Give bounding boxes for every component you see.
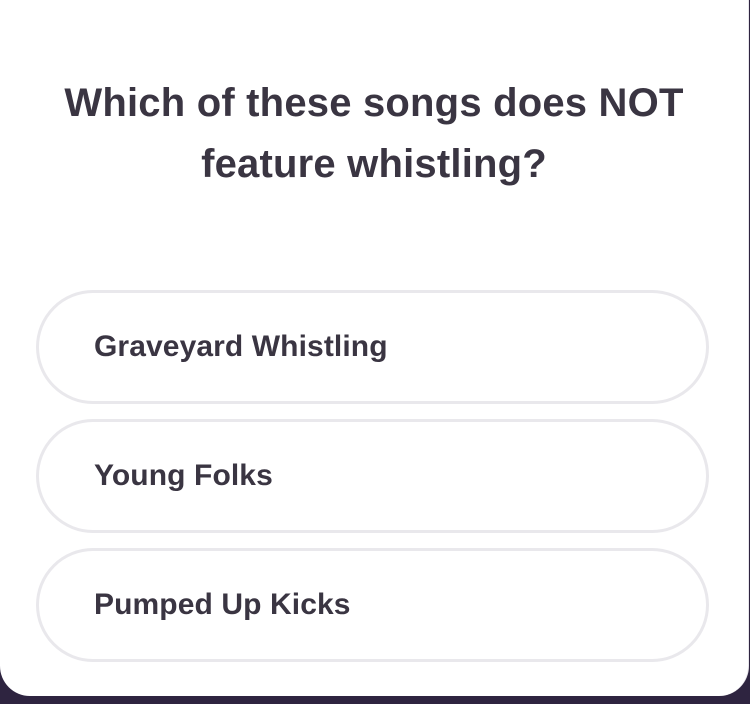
quiz-screen: Which of these songs does NOT feature wh… xyxy=(0,0,750,704)
answer-label: Graveyard Whistling xyxy=(94,330,388,363)
question-card: Which of these songs does NOT feature wh… xyxy=(0,0,749,696)
answer-options: Graveyard Whistling Young Folks Pumped U… xyxy=(36,290,709,677)
question-line-1: Which of these songs does NOT xyxy=(64,81,684,125)
answer-label: Young Folks xyxy=(94,459,273,492)
question-line-2: feature whistling? xyxy=(201,142,547,186)
answer-option-young-folks[interactable]: Young Folks xyxy=(36,419,709,533)
question-text: Which of these songs does NOT feature wh… xyxy=(20,73,728,195)
answer-label: Pumped Up Kicks xyxy=(94,588,351,621)
answer-option-pumped-up-kicks[interactable]: Pumped Up Kicks xyxy=(36,548,709,662)
answer-option-graveyard-whistling[interactable]: Graveyard Whistling xyxy=(36,290,709,404)
